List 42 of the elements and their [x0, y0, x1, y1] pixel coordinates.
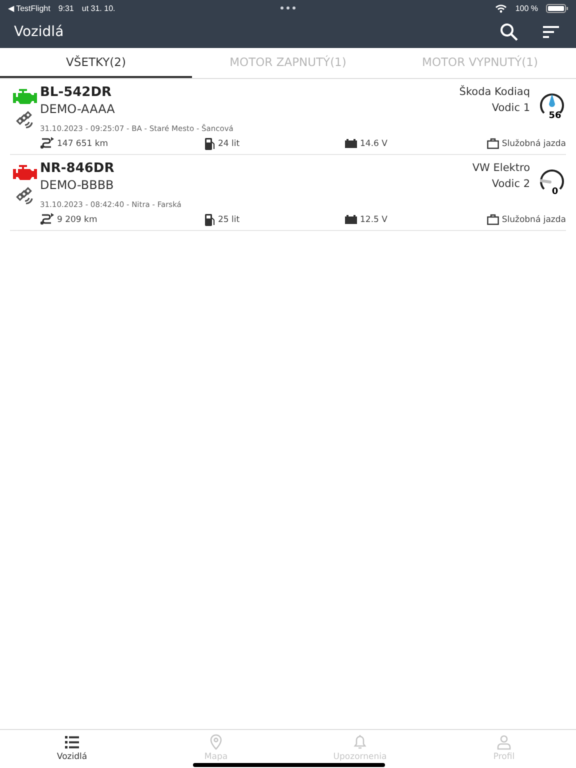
bell-icon: [352, 734, 368, 750]
fuel-icon: [205, 214, 215, 226]
speed-value: 0: [550, 187, 560, 197]
satellite-icon: [16, 111, 34, 129]
satellite-icon: [16, 187, 34, 205]
voltage-value: 12.5 V: [360, 214, 388, 224]
route-icon: [40, 137, 54, 150]
trip-type: Služobná jazda: [502, 138, 566, 148]
location-pin-icon: [208, 734, 224, 750]
license-plate: BL-542DR: [40, 85, 113, 100]
battery-icon: [345, 139, 357, 148]
fuel-value: 24 lit: [218, 138, 240, 148]
route-icon: [40, 213, 54, 226]
fuel-value: 25 lit: [218, 214, 240, 224]
vehicle-name: DEMO-BBBB: [40, 178, 114, 192]
wifi-icon: [495, 4, 508, 12]
battery-icon: [345, 215, 357, 224]
status-time: 9:31: [58, 4, 74, 12]
driver-name: Vodic 2: [492, 178, 530, 190]
sort-icon[interactable]: [542, 25, 560, 39]
back-link[interactable]: ◀ TestFlight: [8, 4, 50, 12]
trip-type: Služobná jazda: [502, 214, 566, 224]
license-plate: NR-846DR: [40, 161, 114, 176]
odometer-value: 147 651 km: [57, 138, 108, 148]
briefcase-icon: [486, 138, 499, 149]
page-title: Vozidlá: [14, 24, 64, 40]
battery-percent: 100 %: [515, 4, 538, 12]
voltage-value: 14.6 V: [360, 138, 388, 148]
person-icon: [496, 734, 512, 750]
briefcase-icon: [486, 214, 499, 225]
search-icon[interactable]: [500, 23, 518, 41]
speed-value: 56: [548, 111, 562, 121]
battery-icon: [546, 4, 568, 12]
list-icon: [64, 734, 80, 750]
fuel-icon: [205, 138, 215, 150]
vehicle-name: DEMO-AAAA: [40, 102, 115, 116]
vehicle-model: VW Elektro: [472, 162, 530, 174]
odometer-value: 9 209 km: [57, 214, 98, 224]
driver-name: Vodic 1: [492, 102, 530, 114]
vehicle-model: Škoda Kodiaq: [459, 86, 530, 98]
more-icon: [280, 6, 296, 10]
status-date: ut 31. 10.: [82, 4, 116, 12]
